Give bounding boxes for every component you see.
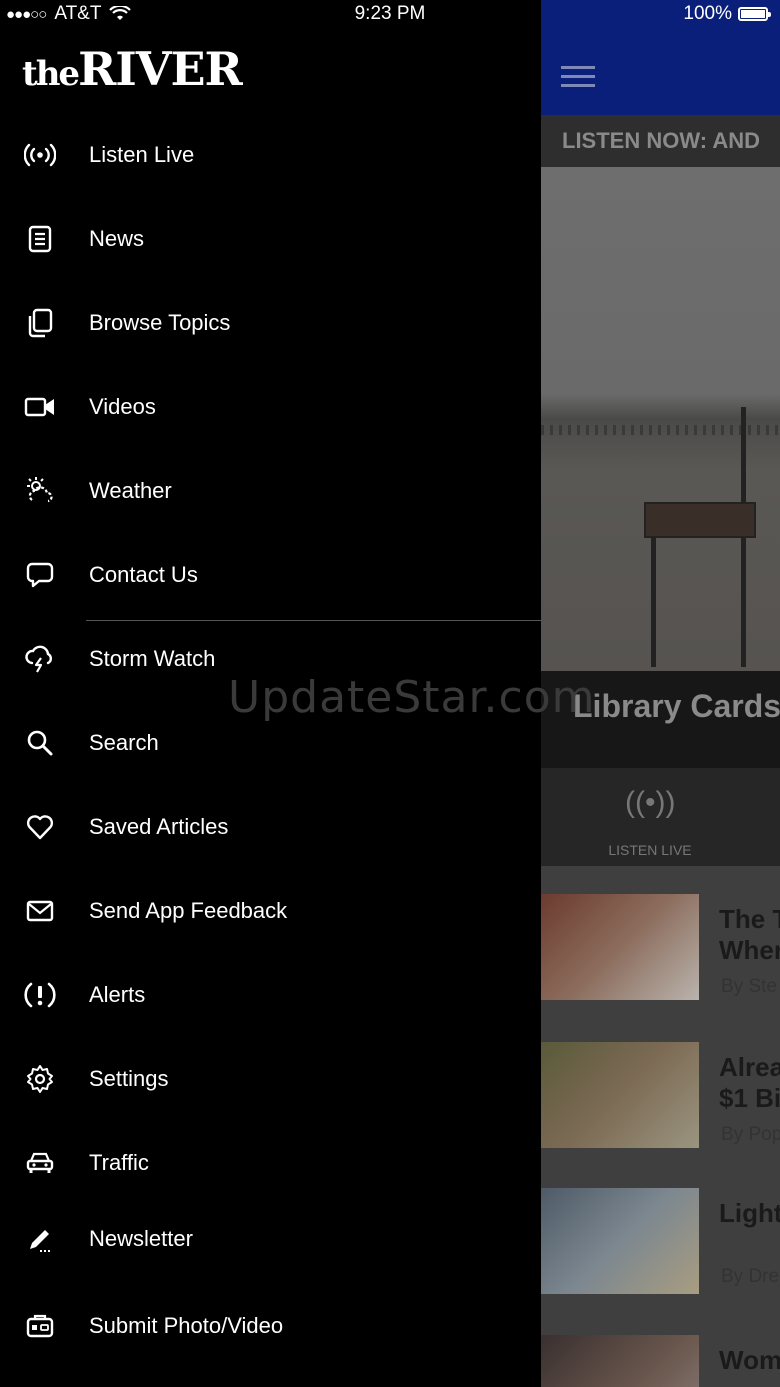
menu-item-alerts[interactable]: Alerts: [0, 960, 541, 1030]
envelope-icon: [22, 893, 58, 929]
battery-percent: 100%: [683, 3, 732, 24]
menu-item-label: Saved Articles: [89, 814, 229, 839]
heart-icon: [22, 809, 58, 845]
watermark: UpdateStar.com: [228, 672, 596, 723]
hero-image[interactable]: [541, 167, 780, 671]
article-thumbnail: [541, 894, 699, 1000]
article-title-line: When: [719, 935, 780, 965]
menu-item-label: Weather: [89, 478, 172, 503]
menu-item-label: Videos: [89, 394, 156, 419]
menu-item-listen-live[interactable]: Listen Live: [0, 120, 541, 190]
menu-item-newsletter[interactable]: Newsletter: [0, 1204, 541, 1274]
video-camera-icon: [22, 389, 58, 425]
menu-item-news[interactable]: News: [0, 204, 541, 274]
news-ticker[interactable]: LISTEN NOW: AND: [541, 115, 780, 167]
article-title-line: $1 Bi: [719, 1083, 780, 1113]
clock: 9:23 PM: [354, 3, 426, 24]
document-icon: [22, 221, 58, 257]
article-title-line: Alrea: [719, 1052, 780, 1082]
menu-item-label: News: [89, 226, 145, 251]
broadcast-icon: ((•)): [625, 786, 676, 819]
hamburger-menu-icon[interactable]: [561, 66, 595, 88]
article-thumbnail: [541, 1188, 699, 1294]
menu-item-settings[interactable]: Settings: [0, 1044, 541, 1114]
article-title-line: Light: [719, 1198, 780, 1228]
menu-item-label: Listen Live: [89, 142, 195, 167]
menu-item-label: Storm Watch: [89, 646, 216, 671]
menu-item-submit-photo-video[interactable]: Submit Photo/Video: [0, 1291, 541, 1361]
article-title-line: Wom: [719, 1345, 780, 1375]
menu-item-label: Traffic: [89, 1150, 149, 1175]
app-logo: theRIVER: [22, 42, 243, 96]
article-byline: By Dre: [721, 1266, 780, 1287]
listen-live-tab-label: LISTEN LIVE: [608, 842, 692, 858]
menu-item-label: Settings: [89, 1066, 169, 1091]
search-icon: [22, 725, 58, 761]
menu-item-label: Browse Topics: [89, 310, 231, 335]
chat-bubble-icon: [22, 557, 58, 593]
menu-item-videos[interactable]: Videos: [0, 372, 541, 442]
article-byline: By Ste: [721, 976, 777, 997]
menu-item-label: Submit Photo/Video: [89, 1313, 284, 1338]
article-thumbnail: [541, 1042, 699, 1148]
car-icon: [22, 1145, 58, 1181]
storm-icon: [22, 641, 58, 677]
pencil-icon: [22, 1221, 58, 1257]
menu-item-label: Send App Feedback: [89, 898, 288, 923]
alert-icon: [22, 977, 58, 1013]
article-byline: By Pop: [721, 1124, 780, 1145]
article-title-line: The T: [719, 904, 780, 934]
article-list: The T When By Ste Alrea $1 Bi By Pop Lig…: [541, 866, 780, 1387]
menu-item-label: Newsletter: [89, 1226, 193, 1251]
menu-item-contact-us[interactable]: Contact Us: [0, 540, 541, 610]
menu-item-label: Search: [89, 730, 159, 755]
menu-item-browse-topics[interactable]: Browse Topics: [0, 288, 541, 358]
broadcast-icon: [22, 137, 58, 173]
menu-item-label: Contact Us: [89, 562, 198, 587]
menu-item-send-app-feedback[interactable]: Send App Feedback: [0, 876, 541, 946]
article-thumbnail: [541, 1335, 699, 1387]
menu-item-label: Alerts: [89, 982, 146, 1007]
listen-live-tab[interactable]: ((•)) LISTEN LIVE: [541, 768, 780, 866]
camera-icon: [22, 1308, 58, 1344]
menu-divider: [86, 620, 541, 621]
status-bar: ●●●○○ AT&T 9:23 PM 100%: [0, 0, 780, 28]
menu-item-weather[interactable]: Weather: [0, 456, 541, 526]
weather-icon: [22, 473, 58, 509]
copy-icon: [22, 305, 58, 341]
gear-icon: [22, 1061, 58, 1097]
battery-icon: [738, 7, 771, 21]
menu-item-traffic[interactable]: Traffic: [0, 1128, 541, 1198]
menu-item-saved-articles[interactable]: Saved Articles: [0, 792, 541, 862]
